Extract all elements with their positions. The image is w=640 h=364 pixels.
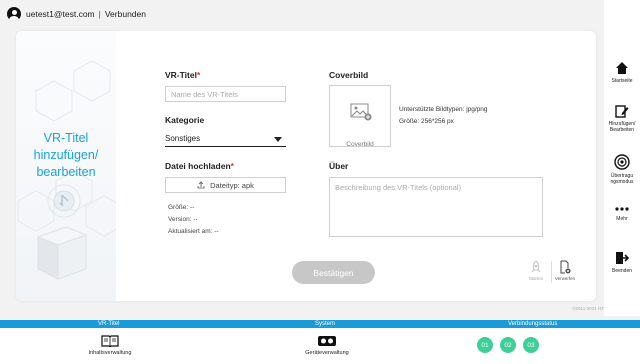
sidebar-item-home[interactable]: Startseite xyxy=(604,61,640,84)
book-icon xyxy=(101,335,119,347)
file-meta: Größe: -- Version: -- Aktualisiert am: -… xyxy=(168,202,219,238)
exit-icon xyxy=(616,252,629,264)
separator: | xyxy=(98,9,101,19)
connection-item-02[interactable]: 02 xyxy=(500,337,516,353)
more-dots-icon xyxy=(615,207,629,211)
edit-icon xyxy=(615,105,629,118)
right-sidebar: Startseite Hinzufügen/ Bearbeiten Übertr… xyxy=(604,0,640,316)
sidebar-item-add-edit[interactable]: Hinzufügen/ Bearbeiten xyxy=(604,104,640,133)
start-button[interactable]: Starten xyxy=(523,260,549,281)
edit-card: VR-Titel hinzufügen/ bearbeiten VR-Titel… xyxy=(16,31,596,301)
section-connection: Verbindungsstatus xyxy=(508,321,558,327)
user-email: uetest1@test.com xyxy=(26,9,95,19)
cover-label: Coverbild xyxy=(329,70,369,80)
cover-info: Unterstützte Bildtypen: jpg/png Größe: 2… xyxy=(399,106,488,125)
connection-item-01[interactable]: 01 xyxy=(477,337,493,353)
confirm-button[interactable]: Bestätigen xyxy=(292,261,375,284)
title-input[interactable]: Name des VR-Titels xyxy=(165,86,286,102)
title-label: VR-Titel* xyxy=(165,70,201,80)
file-version: Version: -- xyxy=(168,216,198,223)
file-discard-icon xyxy=(560,260,571,274)
device-management-button[interactable]: Geräteverwaltung xyxy=(301,335,353,356)
cover-upload-box[interactable]: Coverbild xyxy=(329,85,391,148)
sidebar-item-transfer[interactable]: Übertragu ngsmodus xyxy=(604,154,640,185)
avatar-icon[interactable] xyxy=(7,7,21,21)
bottom-section-bar: VR-Titel System Verbindungsstatus xyxy=(0,320,640,328)
description-textarea[interactable]: Beschreibung des VR-Titels (optional) xyxy=(329,177,543,237)
chevron-down-icon xyxy=(274,137,282,142)
connection-item-03[interactable]: 03 xyxy=(523,337,539,353)
file-updated: Aktualisiert am: -- xyxy=(168,228,219,235)
discard-button[interactable]: Verwerfen xyxy=(552,260,578,281)
upload-icon xyxy=(197,181,205,189)
hero-title: VR-Titel hinzufügen/ bearbeiten xyxy=(33,131,99,179)
broadcast-icon xyxy=(614,154,630,170)
about-label: Über xyxy=(329,161,349,171)
file-size: Größe: -- xyxy=(168,204,195,211)
section-system: System xyxy=(315,321,336,327)
upload-file-button[interactable]: Dateityp: apk xyxy=(165,177,286,193)
rocket-icon xyxy=(531,260,541,273)
connection-status: Verbunden xyxy=(104,9,146,19)
hero-panel: VR-Titel hinzufügen/ bearbeiten xyxy=(16,31,116,301)
sidebar-item-exit[interactable]: Beenden xyxy=(604,251,640,274)
headset-icon xyxy=(318,336,336,346)
category-label: Kategorie xyxy=(165,115,205,125)
image-add-icon xyxy=(350,103,372,121)
sidebar-item-more[interactable]: Mehr xyxy=(604,205,640,222)
cube-illustration xyxy=(36,226,88,280)
category-select[interactable]: Sonstiges xyxy=(165,131,286,147)
home-icon xyxy=(616,62,628,74)
top-bar: uetest1@test.com | Verbunden xyxy=(0,0,640,28)
upload-label: Datei hochladen* xyxy=(165,161,234,171)
section-vr-titles: VR-Titel xyxy=(98,321,120,327)
content-management-button[interactable]: Inhaltsverwaltung xyxy=(83,335,137,356)
